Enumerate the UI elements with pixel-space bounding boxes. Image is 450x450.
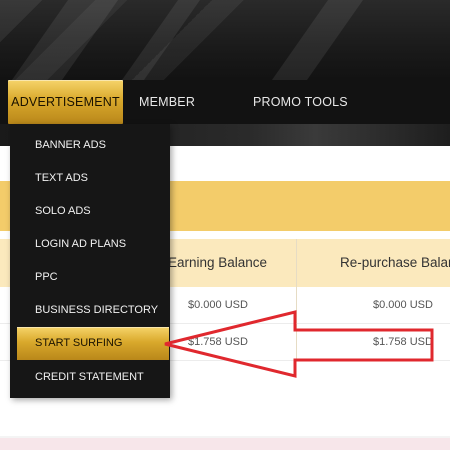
menu-item-login-ad-plans[interactable]: LOGIN AD PLANS [10, 228, 170, 261]
menu-item-text-ads[interactable]: TEXT ADS [10, 162, 170, 195]
col-repurchase-balance: Re-purchase Balance [340, 255, 450, 270]
repurchase-balance-cell: $1.758 USD [373, 336, 433, 348]
menu-item-business-directory[interactable]: BUSINESS DIRECTORY [10, 294, 170, 327]
nav-advertisement[interactable]: ADVERTISEMENT [8, 80, 123, 124]
menu-item-solo-ads[interactable]: SOLO ADS [10, 195, 170, 228]
repurchase-balance-cell: $0.000 USD [373, 299, 433, 311]
main-navbar: ADVERTISEMENT MEMBER TOOLS PROMO TOOLS [0, 80, 450, 153]
menu-item-ppc[interactable]: PPC [10, 261, 170, 294]
nav-promo-tools[interactable]: PROMO TOOLS [253, 80, 353, 124]
col-earning-balance: Earning Balance [168, 255, 268, 270]
menu-item-banner-ads[interactable]: BANNER ADS [10, 129, 170, 162]
earning-balance-cell: $0.000 USD [188, 299, 248, 311]
nav-member-tools[interactable]: MEMBER TOOLS [139, 80, 239, 153]
menu-item-credit-statement[interactable]: CREDIT STATEMENT [10, 361, 170, 394]
earning-balance-cell: $1.758 USD [188, 336, 248, 348]
hero-banner [0, 0, 450, 90]
footer-strip [0, 438, 450, 450]
menu-item-start-surfing[interactable]: START SURFING [17, 327, 169, 360]
advertisement-dropdown-menu: BANNER ADS TEXT ADS SOLO ADS LOGIN AD PL… [10, 124, 170, 398]
